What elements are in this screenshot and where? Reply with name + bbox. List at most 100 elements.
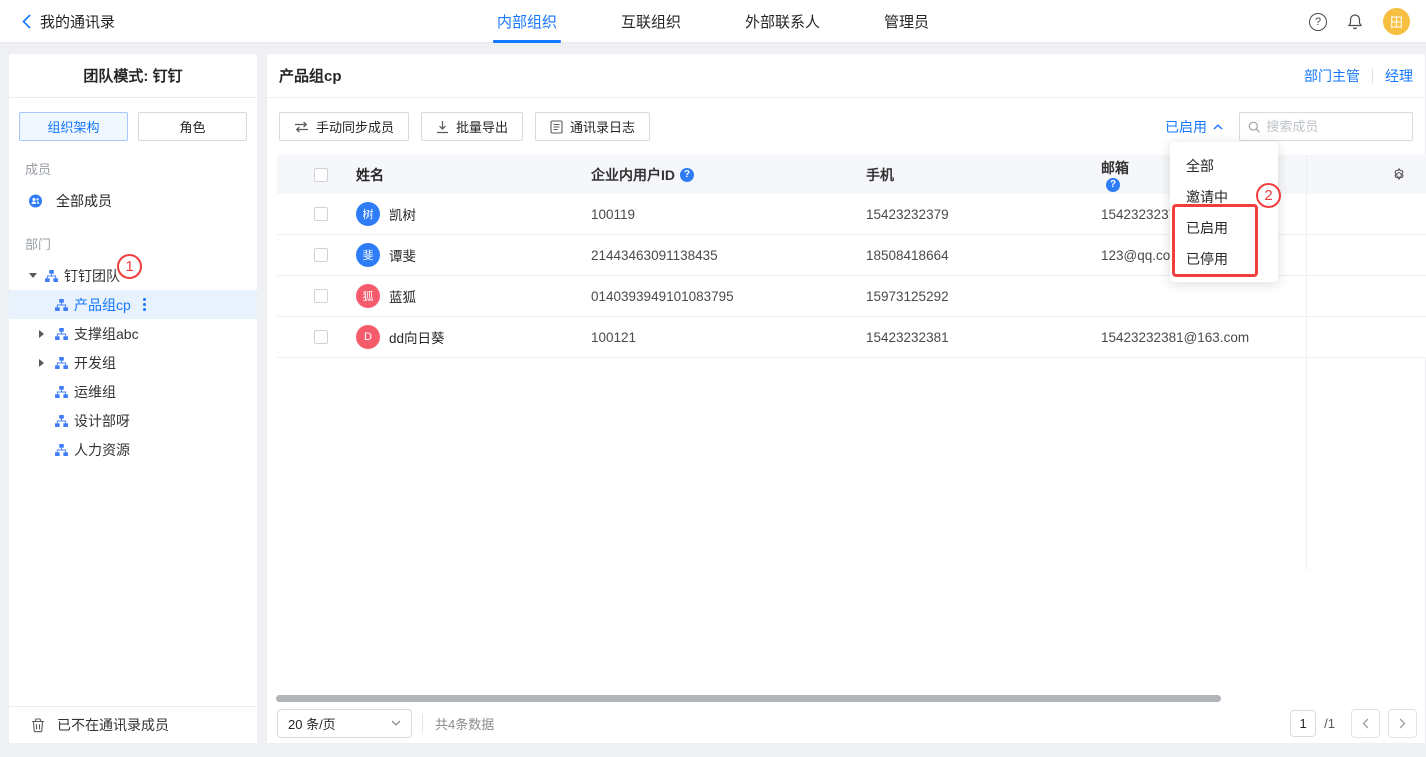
total-count-label: 共4条数据 <box>422 714 494 733</box>
tree-item-design-group[interactable]: 设计部呀 <box>9 406 257 435</box>
department-icon <box>55 386 68 398</box>
tree-item-label: 运维组 <box>74 382 116 402</box>
chevron-down-icon <box>391 720 401 726</box>
userid-help-icon[interactable]: ? <box>680 168 694 182</box>
tree-item-label: 支撑组abc <box>74 324 139 344</box>
tree-item-ops-group[interactable]: 运维组 <box>9 377 257 406</box>
bell-icon[interactable] <box>1347 13 1363 30</box>
member-phone: 15423232379 <box>866 207 1101 222</box>
top-tabs: 内部组织 互联组织 外部联系人 管理员 <box>497 0 929 43</box>
row-checkbox[interactable] <box>314 248 328 262</box>
download-icon <box>436 120 449 134</box>
batch-export-label: 批量导出 <box>456 117 508 136</box>
role-tab[interactable]: 角色 <box>138 112 247 141</box>
tree-item-support-group[interactable]: 支撑组abc <box>9 319 257 348</box>
dropdown-option-disabled[interactable]: 已停用 <box>1170 243 1278 274</box>
col-header-userid: 企业内用户ID ? <box>591 165 866 185</box>
pager: /1 <box>1290 709 1417 738</box>
dropdown-option-inviting[interactable]: 邀请中 <box>1170 181 1278 212</box>
manager-link[interactable]: 经理 <box>1385 66 1413 86</box>
member-phone: 18508418664 <box>866 248 1101 263</box>
member-userid: 0140393949101083795 <box>591 289 866 304</box>
status-dropdown-menu: 全部 邀请中 已启用 已停用 <box>1170 142 1278 282</box>
removed-members-label: 已不在通讯录成员 <box>57 715 169 735</box>
email-help-icon[interactable]: ? <box>1106 178 1120 192</box>
log-icon <box>550 120 563 134</box>
row-checkbox[interactable] <box>314 330 328 344</box>
department-icon <box>55 357 68 369</box>
caret-collapsed-icon[interactable] <box>39 330 55 338</box>
search-box <box>1239 112 1413 141</box>
back-button[interactable]: 我的通讯录 <box>22 0 115 43</box>
all-members-item[interactable]: 全部成员 <box>9 186 257 216</box>
page-size-select[interactable]: 20 条/页 <box>277 709 412 738</box>
department-icon <box>45 270 58 282</box>
search-input[interactable] <box>1266 119 1404 134</box>
chevron-right-icon <box>1399 718 1406 729</box>
contact-log-button[interactable]: 通讯录日志 <box>535 112 650 141</box>
tab-external-contacts[interactable]: 外部联系人 <box>745 0 820 43</box>
search-icon <box>1248 120 1260 134</box>
tree-item-dingding-team[interactable]: 钉钉团队 <box>9 261 257 290</box>
caret-collapsed-icon[interactable] <box>39 359 55 367</box>
org-structure-tab[interactable]: 组织架构 <box>19 112 128 141</box>
removed-members-item[interactable]: 已不在通讯录成员 <box>9 706 257 743</box>
all-members-label: 全部成员 <box>56 191 112 211</box>
tab-internal-org[interactable]: 内部组织 <box>497 0 557 43</box>
dropdown-option-all[interactable]: 全部 <box>1170 150 1278 181</box>
toolbar-right: 已启用 <box>1165 112 1413 141</box>
dropdown-option-enabled[interactable]: 已启用 <box>1170 212 1278 243</box>
prev-page-button[interactable] <box>1351 709 1380 738</box>
status-filter-dropdown[interactable]: 已启用 <box>1165 117 1223 137</box>
fixed-column-divider <box>1306 155 1307 570</box>
tree-item-hr-group[interactable]: 人力资源 <box>9 435 257 464</box>
tree-item-product-group[interactable]: 产品组cp <box>9 290 257 319</box>
topbar: 我的通讯录 内部组织 互联组织 外部联系人 管理员 ? 田 <box>0 0 1426 43</box>
member-name: 谭斐 <box>389 245 416 265</box>
tab-connected-org[interactable]: 互联组织 <box>621 0 681 43</box>
avatar: D <box>356 325 380 349</box>
trash-icon <box>31 718 45 733</box>
page-number-input[interactable] <box>1290 710 1316 737</box>
member-name: dd向日葵 <box>389 327 445 347</box>
member-phone: 15423232381 <box>866 330 1101 345</box>
horizontal-scrollbar[interactable] <box>276 695 1221 702</box>
user-avatar[interactable]: 田 <box>1383 8 1410 35</box>
tree-item-label: 设计部呀 <box>74 411 130 431</box>
batch-export-button[interactable]: 批量导出 <box>421 112 523 141</box>
pagination-bar: 20 条/页 共4条数据 /1 <box>267 707 1425 743</box>
col-header-ops <box>1306 167 1426 183</box>
page-title: 产品组cp <box>279 65 342 86</box>
tree-item-dev-group[interactable]: 开发组 <box>9 348 257 377</box>
members-section-label: 成员 <box>25 159 257 178</box>
caret-expanded-icon[interactable] <box>29 273 45 278</box>
tab-admin[interactable]: 管理员 <box>884 0 929 43</box>
row-checkbox[interactable] <box>314 289 328 303</box>
row-checkbox[interactable] <box>314 207 328 221</box>
column-settings-icon[interactable] <box>1391 167 1407 183</box>
member-email: 15423232381@163.com <box>1101 330 1306 345</box>
table-row[interactable]: 狐蓝狐 0140393949101083795 15973125292 <box>277 276 1426 317</box>
header-links: 部门主管 经理 <box>1304 66 1413 86</box>
page-size-value: 20 条/页 <box>288 714 336 733</box>
sidebar-toggle: 组织架构 角色 <box>19 112 247 141</box>
help-icon[interactable]: ? <box>1309 13 1327 31</box>
sidebar: 团队模式: 钉钉 组织架构 角色 成员 全部成员 部门 钉钉团队 产品组cp 支… <box>8 53 258 744</box>
avatar: 狐 <box>356 284 380 308</box>
more-actions-icon[interactable] <box>143 298 146 311</box>
table-row[interactable]: Ddd向日葵 100121 15423232381 15423232381@16… <box>277 317 1426 358</box>
member-name: 蓝狐 <box>389 286 416 306</box>
next-page-button[interactable] <box>1388 709 1417 738</box>
team-mode-header: 团队模式: 钉钉 <box>9 54 257 98</box>
topbar-icons: ? 田 <box>1309 0 1410 43</box>
toolbar: 手动同步成员 批量导出 通讯录日志 已启用 <box>279 112 1413 141</box>
department-icon <box>55 415 68 427</box>
dept-manager-link[interactable]: 部门主管 <box>1304 66 1360 86</box>
manual-sync-button[interactable]: 手动同步成员 <box>279 112 409 141</box>
member-name: 凯树 <box>389 204 416 224</box>
status-filter-value: 已启用 <box>1165 117 1207 137</box>
department-icon <box>55 299 68 311</box>
chevron-up-icon <box>1213 124 1223 130</box>
tree-item-label: 开发组 <box>74 353 116 373</box>
select-all-checkbox[interactable] <box>314 168 328 182</box>
